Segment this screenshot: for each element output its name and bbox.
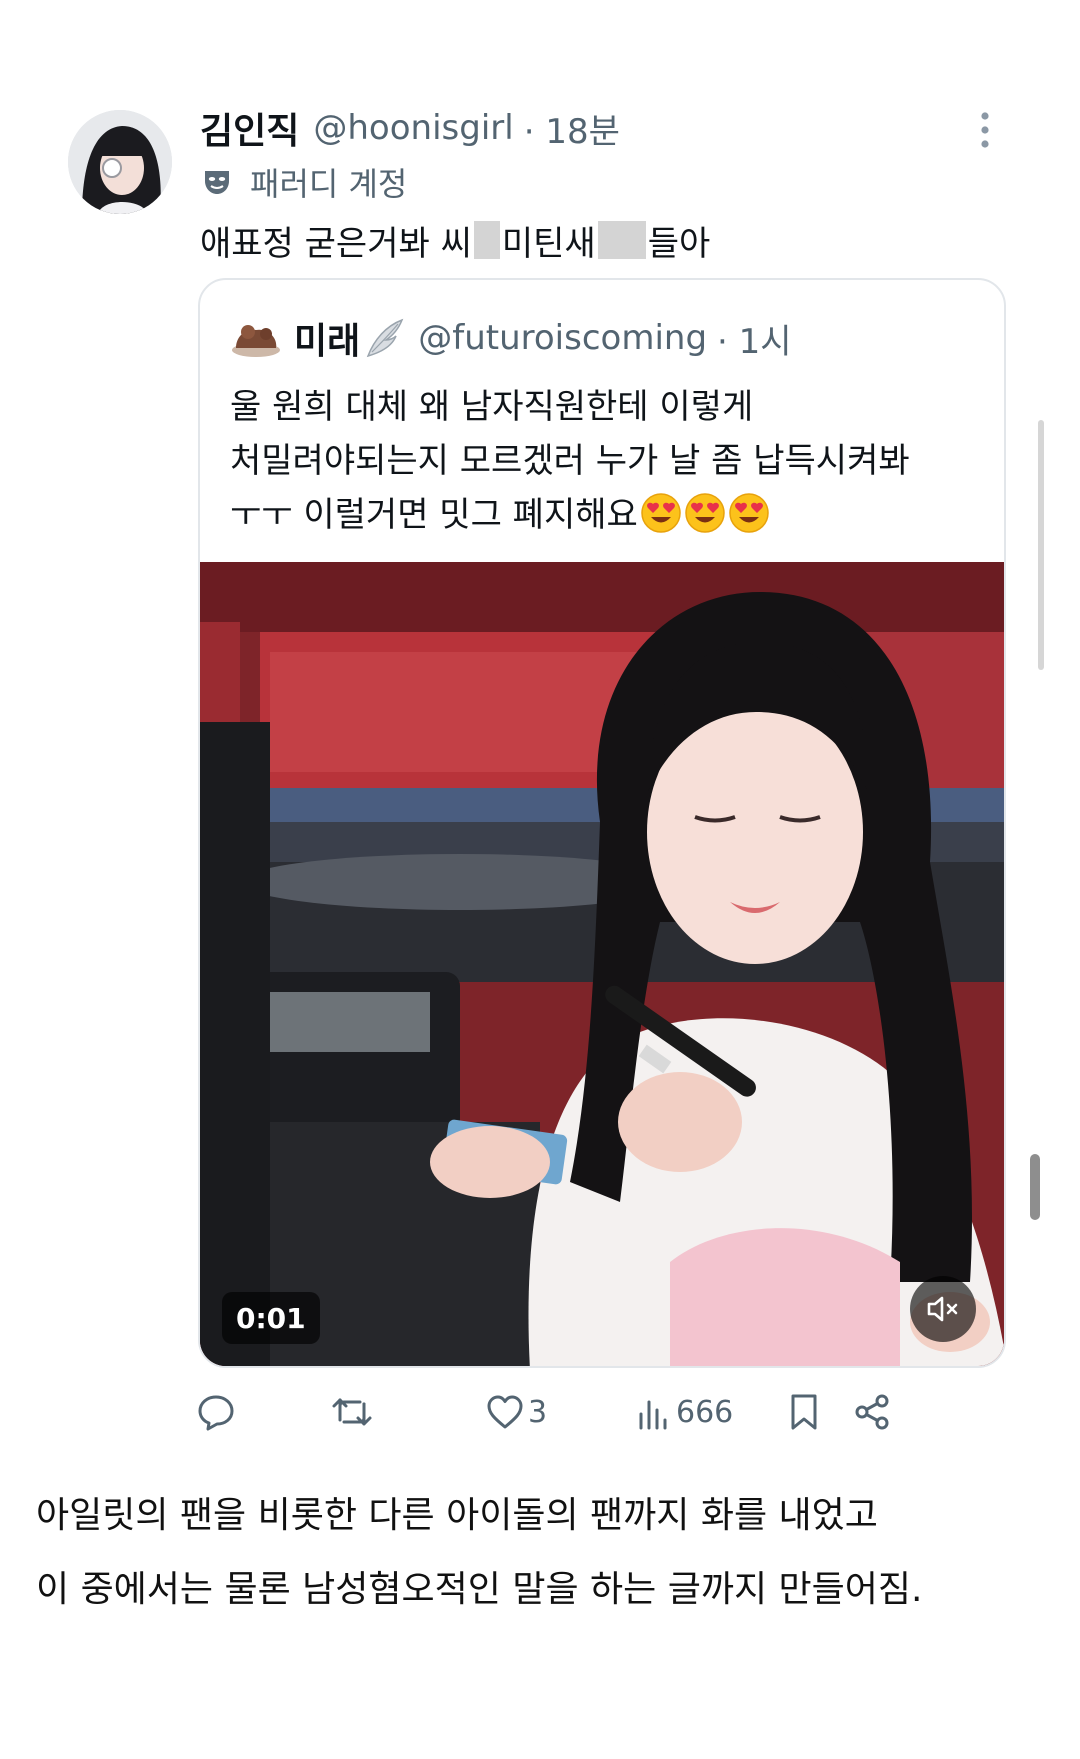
like-icon xyxy=(487,1395,523,1429)
bookmark-icon xyxy=(791,1394,817,1430)
view-count: 666 xyxy=(676,1394,734,1430)
quoted-text-line: ㅜㅜ 이럴거면 밋그 폐지해요 xyxy=(230,495,638,535)
quoted-tweet-header: 미래 @futuroiscoming · 1시 xyxy=(230,310,792,366)
tweet-header: 김인직 @hoonisgirl · 18분 xyxy=(200,104,620,152)
tweet-action-bar: 3 666 xyxy=(196,1384,996,1440)
share-icon xyxy=(855,1394,889,1430)
quoted-author-name[interactable]: 미래 xyxy=(294,312,360,364)
views-button[interactable]: 666 xyxy=(636,1384,733,1440)
mute-icon xyxy=(927,1296,958,1322)
reply-icon xyxy=(198,1395,234,1431)
mute-button[interactable] xyxy=(910,1276,976,1342)
wing-icon xyxy=(367,318,404,358)
like-button[interactable]: 3 xyxy=(486,1384,547,1440)
more-icon[interactable] xyxy=(970,110,1000,150)
views-icon xyxy=(639,1400,667,1430)
tweet-text: 애표정 굳은거봐 씨 미틴새 들아 xyxy=(200,214,710,266)
quoted-text-line: 울 원희 대체 왜 남자직원한테 이렇게 xyxy=(230,387,754,427)
quoted-tweet-text: 울 원희 대체 왜 남자직원한테 이렇게 처밀려야되는지 모르겠러 누가 날 좀… xyxy=(230,380,990,542)
parody-badge-row: 패러디 계정 xyxy=(202,160,407,204)
heart-eyes-emoji-icon xyxy=(729,493,769,533)
author-display-name[interactable]: 김인직 xyxy=(200,102,299,154)
article-caption-line: 아일릿의 팬을 비롯한 다른 아이돌의 팬까지 화를 내었고 xyxy=(36,1495,878,1536)
article-caption-line: 이 중에서는 물론 남성혐오적인 말을 하는 글까지 만들어짐. xyxy=(36,1569,923,1610)
video-frame xyxy=(200,562,1004,1366)
tweet-text-part3: 들아 xyxy=(647,223,711,264)
heart-eyes-emoji-icon xyxy=(641,493,681,533)
author-handle[interactable]: @hoonisgirl xyxy=(313,108,513,148)
retweet-button[interactable] xyxy=(330,1384,374,1440)
blurred-censor xyxy=(597,221,646,259)
heart-eyes-emoji-icon xyxy=(685,493,725,533)
quoted-text-line: 처밀려야되는지 모르겠러 누가 날 좀 납득시켜봐 xyxy=(230,441,910,481)
tweet-text-part2: 미틴새 xyxy=(501,223,596,264)
retweet-icon xyxy=(332,1398,372,1426)
video-duration-badge: 0:01 xyxy=(222,1292,320,1344)
parody-account-label: 패러디 계정 xyxy=(250,165,408,203)
avatar-image xyxy=(68,110,172,214)
share-button[interactable] xyxy=(852,1384,892,1440)
bookmark-button[interactable] xyxy=(788,1384,820,1440)
quoted-author-handle[interactable]: @futuroiscoming xyxy=(418,318,707,358)
video-player[interactable]: 0:01 xyxy=(200,562,1004,1366)
parody-mask-icon xyxy=(205,171,229,194)
quoted-tweet-card[interactable]: 미래 @futuroiscoming · 1시 울 원희 대체 왜 남자직원한테… xyxy=(198,278,1006,1368)
reply-button[interactable] xyxy=(196,1384,236,1440)
tweet-timestamp[interactable]: · 18분 xyxy=(524,104,620,153)
author-avatar[interactable] xyxy=(68,110,172,214)
blurred-censor xyxy=(473,221,500,259)
scrollbar-track-indicator[interactable] xyxy=(1038,420,1044,670)
like-count: 3 xyxy=(528,1394,548,1430)
tweet-text-part1: 애표정 굳은거봐 씨 xyxy=(200,223,472,264)
scrollbar-thumb[interactable] xyxy=(1030,1154,1040,1220)
quoted-tweet-timestamp[interactable]: · 1시 xyxy=(717,314,792,363)
quoted-text-line-with-emoji: ㅜㅜ 이럴거면 밋그 폐지해요 xyxy=(230,488,990,542)
quoted-author-avatar[interactable] xyxy=(230,318,282,358)
